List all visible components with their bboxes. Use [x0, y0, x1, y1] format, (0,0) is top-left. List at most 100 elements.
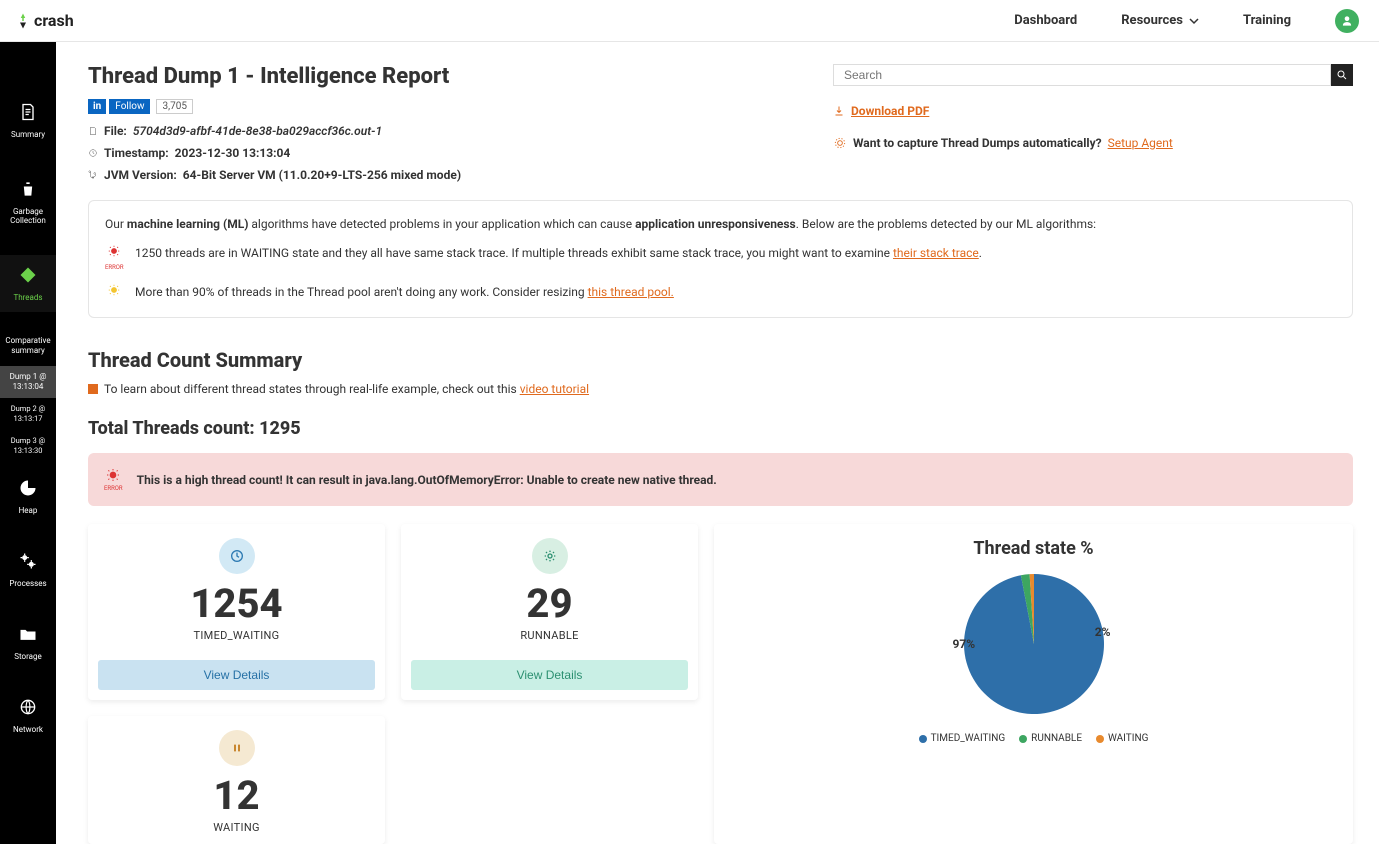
stat-cards: 1254 TIMED_WAITING View Details 29 RUNNA…: [88, 524, 698, 844]
sidebar-item-label: Heap: [0, 506, 56, 515]
legend-label: WAITING: [1108, 733, 1148, 744]
search-icon: [1336, 69, 1348, 81]
linkedin-follow[interactable]: in Follow 3,705: [88, 99, 461, 114]
file-id: 5704d3d9-afbf-41de-8e38-ba029accf36c.out…: [133, 124, 382, 138]
high-thread-alert: ERROR This is a high thread count! It ca…: [88, 453, 1353, 506]
sidebar-item-comparative[interactable]: Comparative summary: [0, 322, 56, 366]
sidebar-item-dump1[interactable]: Dump 1 @ 13:13:04: [0, 366, 56, 398]
timestamp-label: Timestamp:: [104, 146, 169, 160]
setup-agent-link[interactable]: Setup Agent: [1108, 136, 1173, 150]
legend-label: RUNNABLE: [1031, 733, 1082, 744]
tag-icon: [18, 265, 38, 285]
file-icon: [88, 126, 98, 136]
branch-icon: [88, 170, 98, 180]
download-icon: [833, 105, 845, 117]
sidebar: Summary Garbage Collection Threads Compa…: [0, 42, 56, 844]
brand-text: crash: [34, 11, 74, 30]
sidebar-item-dump2[interactable]: Dump 2 @ 13:13:17: [0, 398, 56, 430]
finding-2: More than 90% of threads in the Thread p…: [105, 283, 1336, 303]
target-icon: [833, 136, 847, 150]
sidebar-item-label: Dump 1 @ 13:13:04: [10, 372, 47, 391]
file-line: File: 5704d3d9-afbf-41de-8e38-ba029accf3…: [88, 124, 461, 138]
clock-circle-icon: [219, 538, 255, 574]
ml-intro-text2: algorithms have detected problems in you…: [248, 217, 635, 231]
nav-dashboard[interactable]: Dashboard: [1014, 13, 1077, 28]
pause-circle-icon: [219, 730, 255, 766]
gear-circle-icon: [532, 538, 568, 574]
page-title: Thread Dump 1 - Intelligence Report: [88, 64, 461, 89]
sidebar-item-label: Network: [0, 725, 56, 734]
sidebar-item-threads[interactable]: Threads: [0, 255, 56, 312]
timestamp-value: 2023-12-30 13:13:04: [175, 146, 291, 160]
search-wrap: [833, 64, 1353, 86]
sidebar-item-label: Storage: [0, 652, 56, 661]
capture-question: Want to capture Thread Dumps automatical…: [853, 136, 1102, 150]
download-pdf-link[interactable]: Download PDF: [833, 104, 1353, 118]
legend-item: WAITING: [1096, 733, 1148, 744]
main-content: Thread Dump 1 - Intelligence Report in F…: [56, 42, 1379, 844]
chart-title: Thread state %: [724, 538, 1343, 559]
folder-icon: [18, 624, 38, 644]
jvm-line: JVM Version: 64-Bit Server VM (11.0.20+9…: [88, 168, 461, 182]
logo-icon: [14, 12, 32, 30]
stat-number: 1254: [98, 580, 375, 627]
card-runnable: 29 RUNNABLE View Details: [401, 524, 698, 700]
search-input[interactable]: [833, 64, 1331, 86]
ml-findings-box: Our machine learning (ML) algorithms hav…: [88, 200, 1353, 318]
sidebar-item-label: Comparative summary: [0, 336, 56, 356]
brand-logo[interactable]: crash: [14, 11, 74, 30]
pie-icon: [18, 478, 38, 498]
finding-1-text: 1250 threads are in WAITING state and th…: [135, 244, 982, 263]
download-pdf-label: Download PDF: [851, 104, 929, 118]
header-right: Download PDF Want to capture Thread Dump…: [833, 64, 1353, 150]
sidebar-item-processes[interactable]: Processes: [0, 541, 56, 598]
top-nav: Dashboard Resources Training: [1014, 9, 1359, 33]
sidebar-item-heap[interactable]: Heap: [0, 468, 56, 525]
tutorial-text: To learn about different thread states t…: [104, 382, 517, 396]
finding-link[interactable]: this thread pool.: [588, 285, 674, 299]
warning-icon: [105, 283, 123, 303]
globe-icon: [18, 697, 38, 717]
finding-1: ERROR 1250 threads are in WAITING state …: [105, 244, 1336, 273]
follow-button-label: Follow: [109, 99, 150, 114]
avatar[interactable]: [1335, 9, 1359, 33]
legend-label: TIMED_WAITING: [931, 733, 1006, 744]
stat-label: TIMED_WAITING: [98, 629, 375, 642]
jvm-value: 64-Bit Server VM (11.0.20+9-LTS-256 mixe…: [183, 168, 461, 182]
sidebar-item-storage[interactable]: Storage: [0, 614, 56, 671]
video-icon: [88, 384, 98, 394]
view-details-button[interactable]: View Details: [98, 660, 375, 690]
alert-text: This is a high thread count! It can resu…: [137, 473, 717, 487]
sidebar-item-label: Dump 2 @ 13:13:17: [11, 404, 46, 423]
gears-icon: [18, 551, 38, 571]
section-title: Thread Count Summary: [88, 348, 1353, 372]
trash-icon: [18, 179, 38, 199]
search-button[interactable]: [1331, 64, 1353, 86]
document-icon: [18, 102, 38, 122]
sidebar-item-network[interactable]: Network: [0, 687, 56, 744]
sidebar-item-dump3[interactable]: Dump 3 @ 13:13:30: [0, 430, 56, 462]
header-left: Thread Dump 1 - Intelligence Report in F…: [88, 64, 461, 182]
user-icon: [1340, 14, 1354, 28]
total-label: Total Threads count:: [88, 418, 259, 439]
view-details-button[interactable]: View Details: [411, 660, 688, 690]
sidebar-item-label: Processes: [0, 579, 56, 588]
tutorial-link[interactable]: video tutorial: [520, 382, 589, 396]
card-waiting: 12 WAITING View Details: [88, 716, 385, 844]
nav-resources[interactable]: Resources: [1121, 13, 1199, 28]
nav-training[interactable]: Training: [1243, 13, 1291, 28]
timestamp-line: Timestamp: 2023-12-30 13:13:04: [88, 146, 461, 160]
total-threads: Total Threads count: 1295: [88, 418, 1353, 439]
linkedin-icon: in: [88, 99, 106, 114]
sidebar-item-summary[interactable]: Summary: [0, 92, 56, 149]
thread-state-chart: Thread state % 97% 2% TIMED_WAITING RUNN…: [714, 524, 1353, 844]
finding-link[interactable]: their stack trace: [893, 246, 979, 260]
stat-label: WAITING: [98, 821, 375, 834]
nav-resources-label: Resources: [1121, 13, 1183, 28]
total-value: 1295: [259, 418, 301, 439]
stat-label: RUNNABLE: [411, 629, 688, 642]
sidebar-item-label: Summary: [0, 130, 56, 139]
sidebar-item-garbage[interactable]: Garbage Collection: [0, 169, 56, 235]
ml-intro-text3: . Below are the problems detected by our…: [796, 217, 1096, 231]
capture-row: Want to capture Thread Dumps automatical…: [833, 136, 1353, 150]
